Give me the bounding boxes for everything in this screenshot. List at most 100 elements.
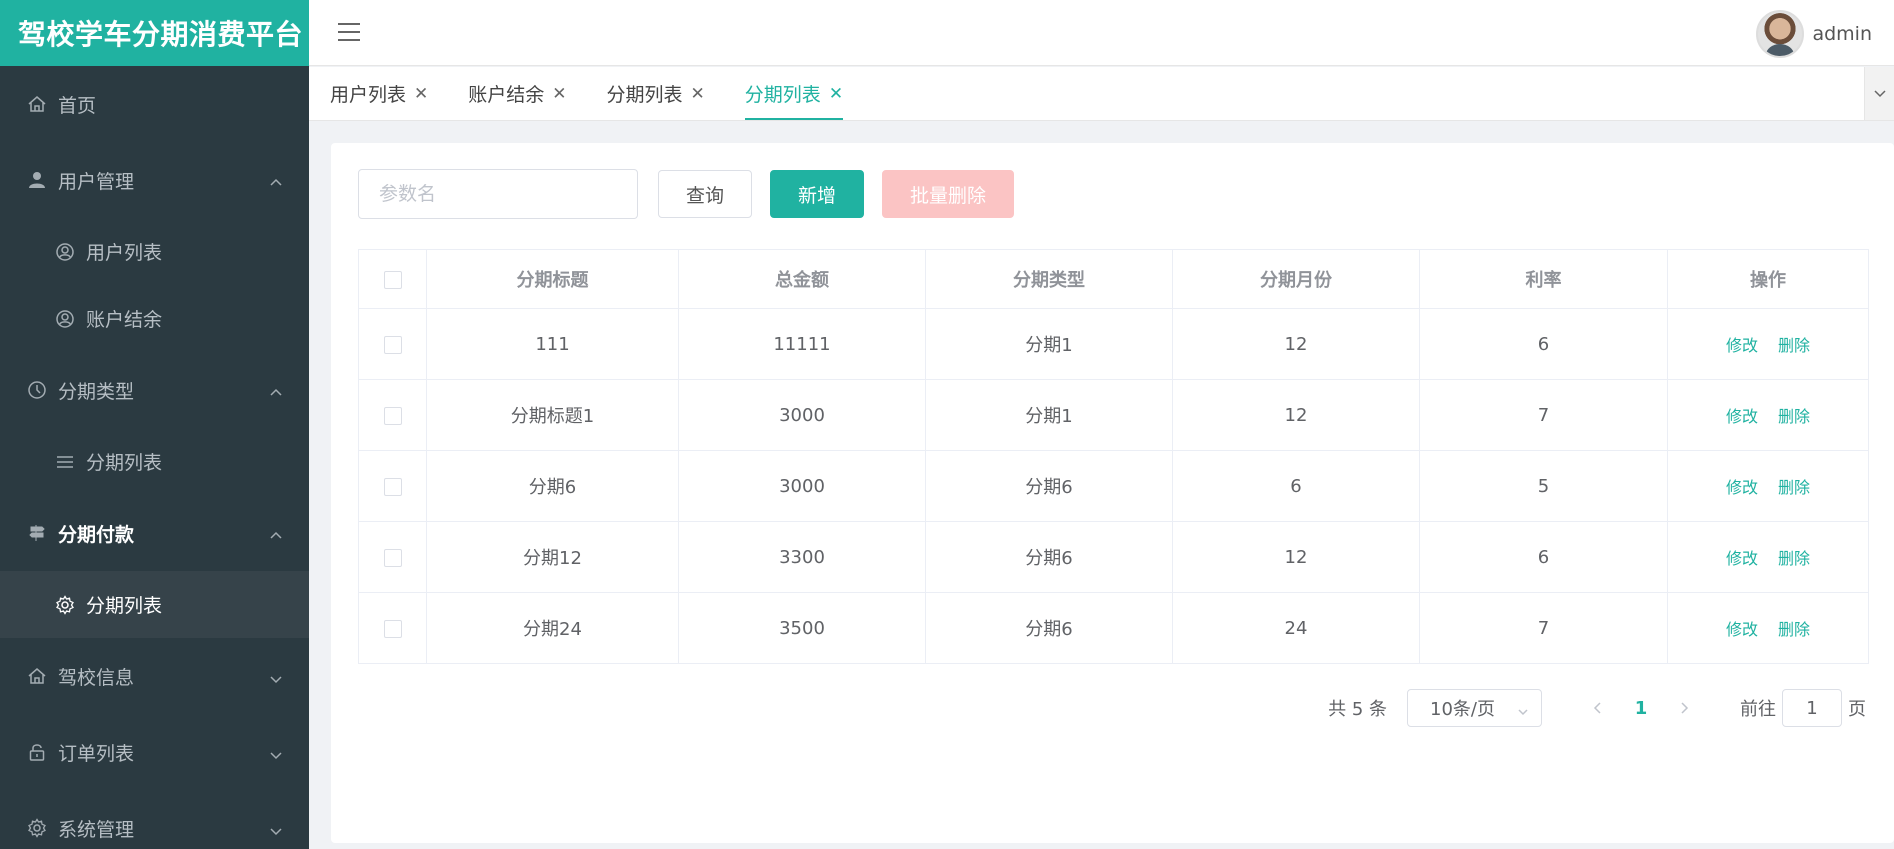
sidebar-item-label: 用户管理: [58, 170, 135, 193]
delete-link[interactable]: 删除: [1778, 549, 1810, 568]
home-icon: [26, 93, 48, 115]
tab-label: 账户结余: [468, 84, 545, 106]
page-size-value: 10条/页: [1430, 699, 1495, 720]
edit-link[interactable]: 修改: [1726, 478, 1758, 497]
table-cell: 11111: [678, 308, 926, 380]
add-button[interactable]: 新增: [770, 170, 865, 218]
close-icon[interactable]: ✕: [414, 84, 428, 104]
edit-link[interactable]: 修改: [1726, 620, 1758, 639]
row-checkbox[interactable]: [383, 548, 402, 567]
table-cell: 分期6: [426, 450, 679, 522]
column-header: 分期标题: [426, 249, 679, 309]
table-cell: 分期6: [925, 521, 1173, 593]
edit-link[interactable]: 修改: [1726, 336, 1758, 355]
actions-cell: 修改 删除: [1667, 450, 1869, 522]
menu-toggle-icon[interactable]: [337, 22, 361, 42]
sidebar-item-label: 分期付款: [58, 523, 135, 546]
sidebar-item-label: 账户结余: [86, 309, 163, 331]
search-input[interactable]: [358, 169, 638, 219]
select-all-cell: [358, 249, 427, 309]
sidebar-item[interactable]: 驾校信息: [0, 638, 309, 714]
row-select-cell: [358, 450, 427, 522]
content-card: 查询 新增 批量删除 分期标题 总金额 分期类型 分期月份 利率 操作 1111…: [331, 143, 1894, 843]
user-circle-icon: [54, 241, 76, 263]
goto-label: 前往: [1740, 699, 1776, 720]
sidebar-item[interactable]: 账户结余: [0, 285, 309, 352]
delete-link[interactable]: 删除: [1778, 407, 1810, 426]
table-cell: 分期12: [426, 521, 679, 593]
user-menu[interactable]: admin: [1756, 10, 1872, 58]
pagination: 共 5 条 10条/页 1 前往 页: [1328, 689, 1866, 727]
delete-link[interactable]: 删除: [1778, 336, 1810, 355]
row-checkbox[interactable]: [383, 335, 402, 354]
sidebar-item[interactable]: 分期付款: [0, 495, 309, 571]
table-cell: 3000: [678, 450, 926, 522]
close-icon[interactable]: ✕: [829, 84, 843, 104]
row-checkbox[interactable]: [383, 406, 402, 425]
username[interactable]: admin: [1812, 23, 1872, 45]
table-cell: 分期标题1: [426, 379, 679, 451]
total-count: 共 5 条: [1328, 699, 1387, 720]
app-title: 驾校学车分期消费平台: [0, 0, 309, 66]
sidebar-item-label: 用户列表: [86, 242, 163, 264]
query-button[interactable]: 查询: [658, 170, 753, 218]
chevron-down-icon: [269, 669, 283, 684]
sidebar-item[interactable]: 分期类型: [0, 352, 309, 428]
clock-icon: [26, 379, 48, 401]
sidebar-item[interactable]: 分期列表: [0, 571, 309, 638]
actions-cell: 修改 删除: [1667, 521, 1869, 593]
chevron-down-icon: [1517, 702, 1529, 716]
close-icon[interactable]: ✕: [552, 84, 566, 104]
table-cell: 12: [1172, 379, 1420, 451]
table-cell: 111: [426, 308, 679, 380]
signpost-icon: [26, 522, 48, 544]
table-cell: 6: [1419, 308, 1668, 380]
row-select-cell: [358, 592, 427, 664]
sidebar-item[interactable]: 首页: [0, 66, 309, 142]
row-checkbox[interactable]: [383, 619, 402, 638]
row-select-cell: [358, 379, 427, 451]
tab[interactable]: 分期列表 ✕: [744, 67, 844, 120]
select-all-checkbox[interactable]: [383, 270, 402, 289]
edit-link[interactable]: 修改: [1726, 407, 1758, 426]
table-cell: 6: [1419, 521, 1668, 593]
column-header: 利率: [1419, 249, 1668, 309]
actions-cell: 修改 删除: [1667, 592, 1869, 664]
table-cell: 3000: [678, 379, 926, 451]
edit-link[interactable]: 修改: [1726, 549, 1758, 568]
row-checkbox[interactable]: [383, 477, 402, 496]
page-size-select[interactable]: 10条/页: [1407, 689, 1542, 727]
column-header: 分期月份: [1172, 249, 1420, 309]
table-cell: 分期6: [925, 450, 1173, 522]
sidebar-item[interactable]: 用户管理: [0, 142, 309, 218]
table-cell: 5: [1419, 450, 1668, 522]
prev-page-button[interactable]: [1582, 689, 1614, 727]
table-cell: 12: [1172, 308, 1420, 380]
sidebar-item[interactable]: 用户列表: [0, 218, 309, 285]
delete-link[interactable]: 删除: [1778, 478, 1810, 497]
sidebar-menu: 首页 用户管理 用户列表 账户结余 分期类型 分期列表 分期付款 分期列表 驾校信息 订单列表 系统…: [0, 66, 309, 849]
actions-cell: 修改 删除: [1667, 308, 1869, 380]
avatar[interactable]: [1756, 10, 1805, 58]
sidebar-item[interactable]: 系统管理: [0, 790, 309, 849]
goto-page-input[interactable]: [1782, 689, 1842, 727]
table-cell: 分期24: [426, 592, 679, 664]
batch-delete-button[interactable]: 批量删除: [882, 170, 1015, 218]
table-cell: 6: [1172, 450, 1420, 522]
sidebar-item[interactable]: 订单列表: [0, 714, 309, 790]
tab[interactable]: 分期列表 ✕: [607, 67, 705, 120]
table-row: 分期6 3000 分期6 6 5 修改 删除: [358, 450, 1869, 522]
close-icon[interactable]: ✕: [691, 84, 705, 104]
table-cell: 3500: [678, 592, 926, 664]
gear-icon: [26, 817, 48, 839]
tab[interactable]: 账户结余 ✕: [468, 67, 566, 120]
table-row: 分期标题1 3000 分期1 12 7 修改 删除: [358, 379, 1869, 451]
tab[interactable]: 用户列表 ✕: [330, 67, 428, 120]
table-cell: 12: [1172, 521, 1420, 593]
chevron-down-icon[interactable]: [1864, 67, 1894, 120]
page-number[interactable]: 1: [1614, 698, 1668, 719]
delete-link[interactable]: 删除: [1778, 620, 1810, 639]
table-cell: 7: [1419, 592, 1668, 664]
sidebar-item[interactable]: 分期列表: [0, 428, 309, 495]
next-page-button[interactable]: [1668, 689, 1700, 727]
